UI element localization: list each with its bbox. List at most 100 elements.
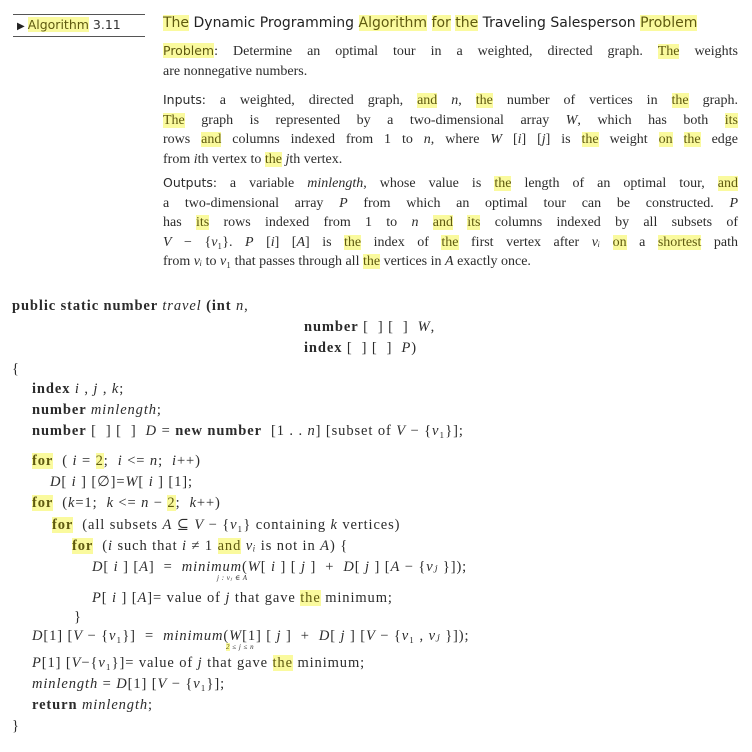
highlighted-text: the (362, 254, 381, 269)
highlighted-text: its (724, 112, 739, 128)
inputs-paragraph: Inputs: a weighted, directed graph, and … (163, 90, 739, 169)
text-segment: ; (156, 402, 162, 418)
text-segment: − { (375, 628, 402, 644)
text-segment: ≤ j ≤ n (230, 643, 255, 651)
text-segment: ( (93, 538, 108, 554)
text-segment: are nonnegative numbers. (163, 63, 308, 79)
text-segment: P (92, 590, 102, 606)
text-segment: A (390, 559, 401, 575)
highlighted-text: Problem (640, 15, 698, 31)
highlighted-text: shortest (657, 234, 702, 250)
text-segment: [ (253, 234, 271, 250)
text-segment: ] [ (275, 559, 302, 575)
highlighted-text: the (455, 15, 479, 31)
text-segment: [1 . . (261, 423, 308, 439)
text-segment: n (423, 132, 431, 147)
highlighted-text: the (300, 590, 321, 606)
highlighted-text: the (475, 93, 493, 108)
code-line: number [ ] [ ] D = new number [1 . . n] … (32, 423, 464, 440)
code-line: number [ ] [ ] W, (304, 319, 435, 336)
text-segment: rows indexed from 1 to (209, 215, 412, 230)
highlighted-text: 2 (167, 495, 176, 511)
text-segment: ₁ , (409, 628, 429, 644)
text-segment: − { (204, 517, 231, 533)
text-segment: D (343, 559, 355, 575)
text-segment: W (490, 132, 503, 147)
text-segment: k (330, 517, 338, 533)
code-line: return minlength; (32, 697, 153, 714)
text-segment: [ ] [ ] (342, 340, 402, 356)
code-line: for (k=1; k <= n − 2; k++) (32, 495, 221, 512)
code-line: D[ i ] [A] = minimum(W[ i ] [ j ] + D[ j… (92, 559, 467, 576)
text-segment: [ (354, 559, 366, 575)
highlighted-text: for (52, 517, 74, 533)
highlighted-text: the (494, 176, 512, 191)
code-line: public static number travel (int n, (12, 298, 249, 315)
text-segment: that gave (230, 590, 301, 606)
text-segment: [ ] [ ] (358, 319, 418, 335)
text-segment: , which has both (577, 112, 725, 128)
text-segment: ₁} containing (237, 517, 331, 533)
text-segment: = (157, 423, 176, 439)
text-segment: [ (502, 132, 518, 147)
text-segment: W (125, 474, 139, 490)
text-segment: n (307, 423, 316, 439)
text-segment: minlength (32, 676, 99, 692)
text-segment: P (339, 195, 348, 211)
text-segment: number of vertices in (492, 93, 672, 108)
text-segment: ; (148, 697, 153, 713)
text-segment: V (194, 517, 205, 533)
text-segment: = (77, 453, 96, 469)
text-segment: a (626, 234, 658, 250)
code-line: } (74, 609, 82, 626)
text-segment: k (189, 495, 197, 511)
algorithm-prefix: Algorithm (27, 17, 89, 32)
text-segment (673, 132, 684, 147)
text-segment: , (244, 298, 249, 314)
text-segment: V (157, 676, 168, 692)
code-line: for (all subsets A ⊆ V − {v₁} containing… (52, 517, 400, 534)
text-segment (437, 93, 451, 108)
algorithm-title: The Dynamic Programming Algorithm for th… (163, 15, 698, 31)
text-segment: D (32, 628, 44, 644)
highlighted-text: the (683, 132, 701, 147)
algorithm-label: ▶ Algorithm 3.11 (17, 17, 121, 32)
text-segment: ≠ 1 (186, 538, 218, 554)
text-segment (418, 215, 432, 230)
highlighted-text: the (441, 234, 459, 250)
text-segment: P (32, 655, 42, 671)
highlighted-text: the (671, 93, 689, 108)
text-segment: minlength (81, 697, 149, 713)
text-segment: travel (162, 298, 202, 314)
text-segment: V (396, 423, 406, 439)
minimum-subscript: 2 ≤ j ≤ n (226, 643, 254, 651)
text-segment: index (304, 340, 343, 356)
text-segment: D (145, 423, 158, 439)
highlighted-text: and (217, 538, 242, 554)
text-segment: vⱼ (428, 628, 441, 644)
text-segment: − { (405, 423, 432, 439)
text-segment: v (401, 628, 410, 644)
text-segment: <= (122, 453, 150, 469)
text-segment: minimum; (292, 655, 366, 671)
text-segment: ₁ that passes through all (226, 254, 363, 269)
algorithm-number: 3.11 (92, 17, 121, 32)
triangle-right-icon: ▶ (17, 21, 25, 32)
text-segment: ] [ (274, 234, 297, 250)
code-line: minlength = D[1] [V − {v₁}]; (32, 676, 225, 693)
highlighted-text: on (612, 234, 627, 250)
text-segment: ⊆ (172, 517, 195, 533)
text-segment: , (430, 319, 436, 335)
outputs-line: Outputs: a variable minlength, whose val… (163, 173, 738, 194)
text-segment: ] is (305, 234, 345, 250)
highlighted-text: and (432, 215, 453, 230)
inputs-label: Inputs (163, 92, 202, 107)
text-segment: first vertex after (458, 234, 592, 250)
text-segment: ] [ (345, 628, 366, 644)
text-segment: weights (679, 44, 738, 59)
outputs-line: V − {v₁}. P [i] [A] is the index of the … (163, 233, 738, 253)
text-segment: : a variable (212, 176, 308, 191)
text-segment: D (116, 676, 128, 692)
text-segment: [ ] [ ] (86, 423, 146, 439)
text-segment (453, 215, 467, 230)
